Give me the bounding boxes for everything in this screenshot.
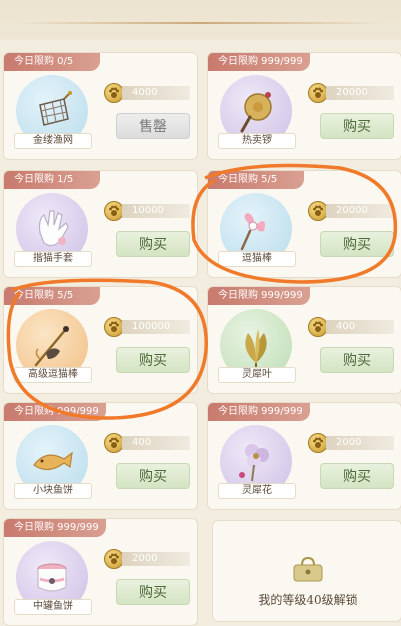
locked-slot: 我的等级40级解锁 xyxy=(212,520,401,622)
buy-button[interactable]: 购买 xyxy=(116,463,190,489)
paw-coin-icon xyxy=(104,549,124,569)
shop-item-card: 今日限购 0/5 金缕渔网 4000 售罄 xyxy=(3,52,198,160)
buy-button[interactable]: 购买 xyxy=(320,463,394,489)
purchase-limit-tag: 今日限购 5/5 xyxy=(4,287,100,305)
item-price: 100000 xyxy=(122,320,190,334)
premium-cat-teaser-icon xyxy=(34,326,69,367)
item-name: 高级逗猫棒 xyxy=(14,367,92,383)
buy-button[interactable]: 购买 xyxy=(320,347,394,373)
shop-item-card: 今日限购 5/5 高级逗猫棒 100000 购买 xyxy=(3,286,198,394)
purchase-limit-tag: 今日限购 999/999 xyxy=(208,287,310,305)
paw-coin-icon xyxy=(308,201,328,221)
paw-coin-icon xyxy=(308,83,328,103)
item-price: 2000 xyxy=(326,436,394,450)
item-price: 2000 xyxy=(122,552,190,566)
item-name: 金缕渔网 xyxy=(14,133,92,149)
cat-teaser-icon xyxy=(240,213,265,251)
item-price: 400 xyxy=(326,320,394,334)
item-price: 10000 xyxy=(122,204,190,218)
shop-item-card: 今日限购 5/5 逗猫棒 20000 购买 xyxy=(207,170,401,278)
sold-out-button[interactable]: 售罄 xyxy=(116,113,190,139)
item-name: 揩猫手套 xyxy=(14,251,92,267)
canned-fish-icon xyxy=(37,563,67,592)
gong-icon xyxy=(240,92,272,133)
shop-item-card: 今日限购 999/999 小块鱼饼 400 购买 xyxy=(3,402,198,510)
paw-coin-icon xyxy=(104,317,124,337)
item-price: 400 xyxy=(122,436,190,450)
item-price: 4000 xyxy=(122,86,190,100)
item-name: 小块鱼饼 xyxy=(14,483,92,499)
item-price: 20000 xyxy=(326,86,394,100)
fish-cake-icon xyxy=(33,451,73,471)
buy-button[interactable]: 购买 xyxy=(320,113,394,139)
item-name: 中罐鱼饼 xyxy=(14,599,92,615)
item-name: 逗猫棒 xyxy=(218,251,296,267)
shop-item-card: 今日限购 999/999 灵犀花 2000 购买 xyxy=(207,402,401,510)
glove-icon xyxy=(38,210,69,247)
purchase-limit-tag: 今日限购 5/5 xyxy=(208,171,304,189)
shop-item-card: 今日限购 999/999 热卖锣 20000 购买 xyxy=(207,52,401,160)
unlock-requirement-text: 我的等级40级解锁 xyxy=(258,593,358,607)
buy-button[interactable]: 购买 xyxy=(116,579,190,605)
paw-coin-icon xyxy=(104,433,124,453)
item-price: 20000 xyxy=(326,204,394,218)
shop-item-card: 今日限购 999/999 中罐鱼饼 2000 购买 xyxy=(3,518,198,626)
buy-button[interactable]: 购买 xyxy=(116,231,190,257)
purchase-limit-tag: 今日限购 999/999 xyxy=(208,403,310,421)
item-name: 灵犀叶 xyxy=(218,367,296,383)
item-name: 热卖锣 xyxy=(218,133,296,149)
paw-coin-icon xyxy=(308,317,328,337)
paw-coin-icon xyxy=(104,83,124,103)
item-name: 灵犀花 xyxy=(218,483,296,499)
shop-item-card: 今日限购 1/5 揩猫手套 10000 购买 xyxy=(3,170,198,278)
purchase-limit-tag: 今日限购 999/999 xyxy=(4,519,106,537)
shop-grid: 今日限购 0/5 金缕渔网 4000 售罄 今日限购 999/999 热卖锣 2… xyxy=(0,0,401,626)
flower-icon xyxy=(239,444,269,482)
purchase-limit-tag: 今日限购 999/999 xyxy=(208,53,310,71)
lock-icon xyxy=(293,557,323,582)
purchase-limit-tag: 今日限购 1/5 xyxy=(4,171,100,189)
buy-button[interactable]: 购买 xyxy=(320,231,394,257)
fishing-net-icon xyxy=(39,91,72,126)
leaf-icon xyxy=(245,329,267,369)
paw-coin-icon xyxy=(308,433,328,453)
shop-item-card: 今日限购 999/999 灵犀叶 400 购买 xyxy=(207,286,401,394)
purchase-limit-tag: 今日限购 0/5 xyxy=(4,53,100,71)
buy-button[interactable]: 购买 xyxy=(116,347,190,373)
paw-coin-icon xyxy=(104,201,124,221)
purchase-limit-tag: 今日限购 999/999 xyxy=(4,403,106,421)
